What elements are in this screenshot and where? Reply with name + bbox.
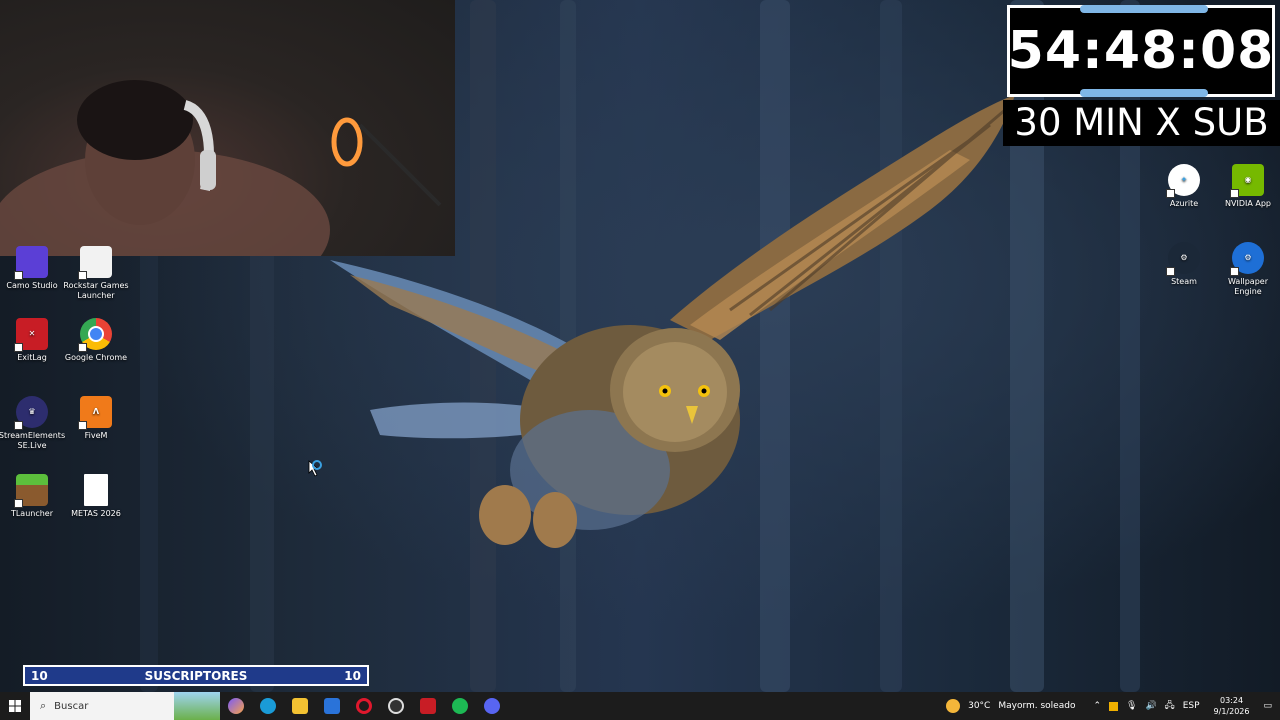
desktop-icon-tlauncher[interactable]: TLauncher (0, 474, 66, 519)
nvidia-icon: ◉ (1230, 164, 1264, 198)
edge-icon (260, 698, 276, 714)
taskbar-app-exitlag[interactable] (412, 692, 444, 720)
countdown-timer: 54:48:08 (1007, 21, 1275, 81)
spotify-icon (452, 698, 468, 714)
desktop-icon-label: Camo Studio (6, 281, 58, 290)
taskbar-app-outlook[interactable] (316, 692, 348, 720)
discord-icon (484, 698, 500, 714)
desktop-icon-label: StreamElements SE.Live (0, 431, 66, 450)
desktop-icon-camo-studio[interactable]: Camo Studio (0, 246, 66, 291)
weather-temp[interactable]: 30°C (968, 701, 990, 711)
desktop-icon-label: NVIDIA App (1225, 199, 1271, 208)
timer-overlay: 54:48:08 (1007, 5, 1275, 97)
taskbar-app-edge[interactable] (252, 692, 284, 720)
volume-icon[interactable]: 🔊 (1145, 701, 1156, 711)
subscriber-count-right: 10 (344, 668, 361, 683)
desktop-icon-metas-2026[interactable]: METAS 2026 (62, 474, 130, 519)
search-icon: ⌕ (40, 699, 47, 712)
taskbar-app-discord[interactable] (476, 692, 508, 720)
steam-icon: ⚙ (1166, 242, 1200, 276)
desktop-icon-nvidia-app[interactable]: ◉ NVIDIA App (1214, 164, 1280, 209)
busy-cursor-icon (308, 460, 324, 478)
notification-icon[interactable]: ▭ (1263, 701, 1272, 711)
desktop-icon-label: METAS 2026 (71, 509, 121, 518)
tlauncher-icon (14, 474, 48, 508)
desktop-icon-label: Azurite (1169, 199, 1199, 208)
weather-desc[interactable]: Mayorm. soleado (998, 701, 1075, 711)
desktop-icon-chrome[interactable]: Google Chrome (62, 318, 130, 363)
taskbar-app-copilot[interactable] (220, 692, 252, 720)
tray-overflow-chevron-icon[interactable]: ⌃ (1093, 701, 1101, 711)
timer-top-accent (1080, 5, 1208, 13)
subathon-rate-label: 30 MIN X SUB (1003, 100, 1280, 146)
webcam-overlay (0, 0, 455, 256)
desktop-icon-label: Google Chrome (64, 353, 128, 362)
desktop-icon-wallpaper-engine[interactable]: ⚙ Wallpaper Engine (1214, 242, 1280, 297)
desktop-icon-azurite[interactable]: ✦ Azurite (1150, 164, 1218, 209)
microphone-icon[interactable]: 🎙 (1126, 701, 1137, 711)
desktop-icon-label: TLauncher (10, 509, 54, 518)
search-highlight-image (174, 692, 220, 720)
clock[interactable]: 03:24 9/1/2026 (1214, 695, 1250, 717)
desktop-icon-label: FiveM (84, 431, 108, 440)
network-icon[interactable]: 🖧 (1165, 698, 1175, 714)
clock-time: 03:24 (1219, 696, 1244, 705)
exitlag-icon: ✕ (14, 318, 48, 352)
taskbar: ⌕ Buscar 30°C Mayorm. soleado ⌃ 🎙 🔊 🖧 ES… (0, 692, 1280, 720)
taskbar-app-opera[interactable] (348, 692, 380, 720)
file-explorer-icon (292, 698, 308, 714)
copilot-icon (228, 698, 244, 714)
subscriber-goal-bar: 10 SUSCRIPTORES 10 (23, 665, 369, 686)
language-indicator[interactable]: ESP (1183, 701, 1200, 711)
outlook-icon (324, 698, 340, 714)
obs-icon (388, 698, 404, 714)
start-button[interactable] (0, 692, 30, 720)
windows-logo-icon (9, 700, 21, 712)
taskbar-app-spotify[interactable] (444, 692, 476, 720)
wallpaper-engine-icon: ⚙ (1230, 242, 1264, 276)
tray-app-icon[interactable] (1109, 701, 1119, 711)
desktop-icon-rockstar[interactable]: Rockstar Games Launcher (62, 246, 130, 301)
exitlag-icon (420, 698, 436, 714)
search-placeholder: Buscar (54, 700, 89, 712)
subscriber-count-left: 10 (31, 668, 48, 683)
desktop-icon-label: ExitLag (17, 353, 47, 362)
desktop-icon-exitlag[interactable]: ✕ ExitLag (0, 318, 66, 363)
subscriber-label: SUSCRIPTORES (144, 668, 248, 683)
fivem-icon: Λ (78, 396, 112, 430)
taskbar-app-file-explorer[interactable] (284, 692, 316, 720)
taskbar-search-box[interactable]: ⌕ Buscar (30, 692, 220, 720)
camo-studio-icon (14, 246, 48, 280)
streamer-camera-feed (0, 80, 442, 256)
clock-date: 9/1/2026 (1213, 707, 1250, 716)
desktop-icon-label: Steam (1171, 277, 1197, 286)
desktop-icon-steam[interactable]: ⚙ Steam (1150, 242, 1218, 287)
taskbar-app-obs[interactable] (380, 692, 412, 720)
desktop-icon-label: Wallpaper Engine (1227, 277, 1268, 296)
desktop-icon-streamelements[interactable]: ♛ StreamElements SE.Live (0, 396, 66, 451)
system-tray: 30°C Mayorm. soleado ⌃ 🎙 🔊 🖧 ESP 03:24 9… (942, 692, 1280, 720)
text-file-icon (84, 474, 108, 506)
azurite-icon: ✦ (1166, 164, 1200, 198)
weather-icon[interactable] (946, 699, 961, 713)
streamelements-icon: ♛ (14, 396, 48, 430)
desktop-icon-fivem[interactable]: Λ FiveM (62, 396, 130, 441)
chrome-icon (78, 318, 112, 352)
opera-icon (356, 698, 372, 714)
rockstar-icon (78, 246, 112, 280)
desktop-icon-label: Rockstar Games Launcher (63, 281, 129, 300)
timer-bottom-accent (1080, 89, 1208, 97)
